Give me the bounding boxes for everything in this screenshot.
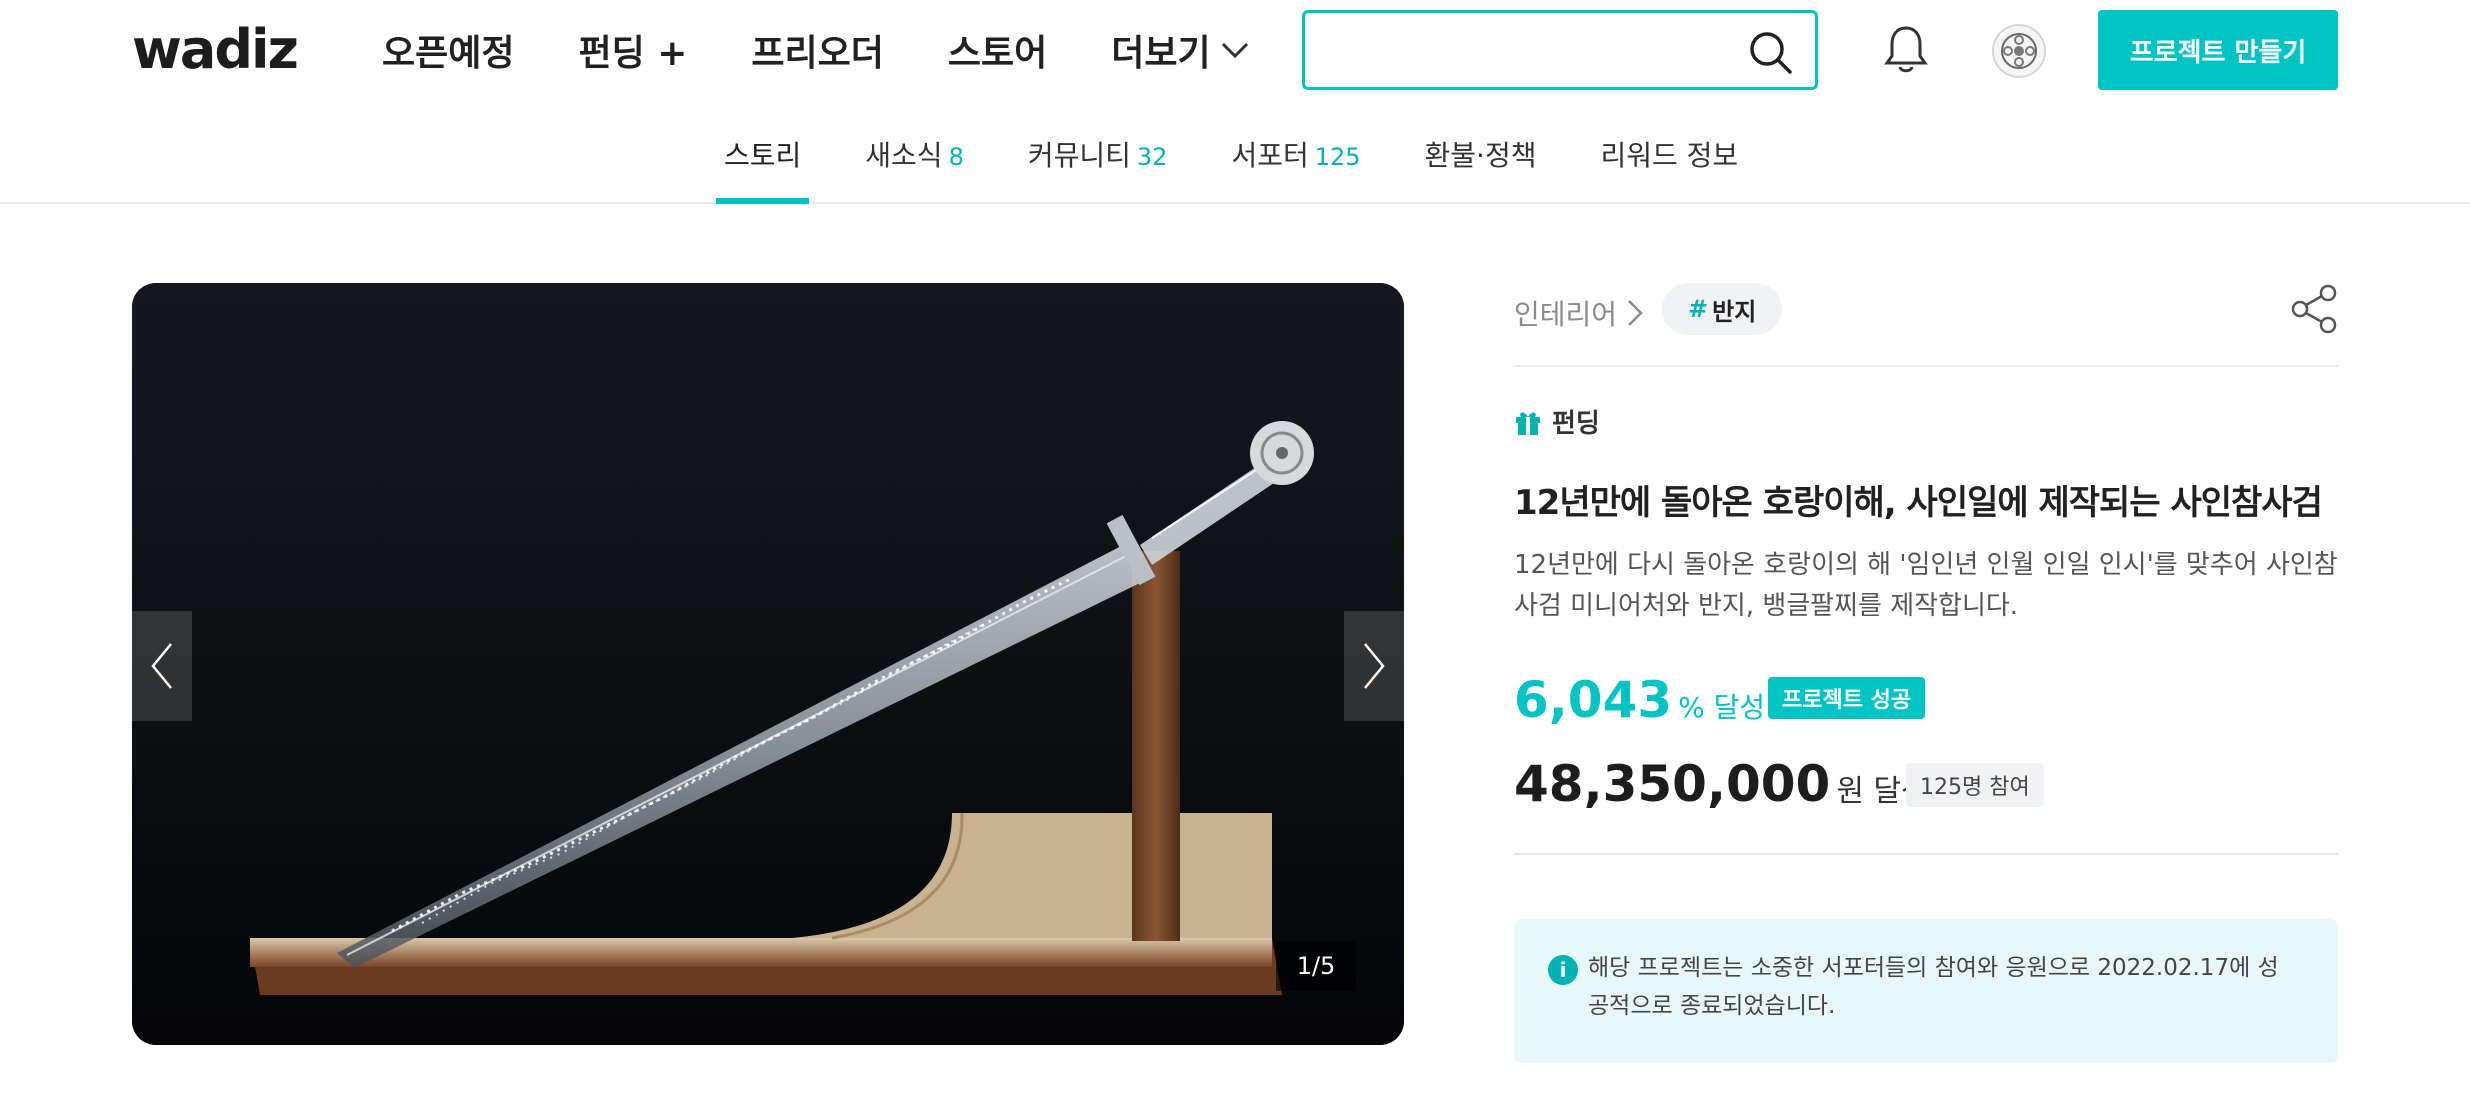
tab-reward-info[interactable]: 리워드 정보 xyxy=(1600,134,1738,200)
project-ended-notice: i 해당 프로젝트는 소중한 서포터들의 참여와 응원으로 2022.02.17… xyxy=(1514,919,2338,1063)
tab-label: 환불·정책 xyxy=(1424,139,1537,172)
tab-count: 8 xyxy=(948,143,964,171)
info-icon: i xyxy=(1548,955,1578,985)
nav-item-more[interactable]: 더보기 xyxy=(1111,24,1248,76)
tab-label: 새소식 xyxy=(865,139,943,172)
tab-refund-policy[interactable]: 환불·정책 xyxy=(1425,134,1537,200)
status-badge: 프로젝트 성공 xyxy=(1768,677,1926,719)
hashtag-chip[interactable]: # 반지 xyxy=(1662,283,1783,335)
top-header: wadiz 오픈예정 펀딩 + 프리오더 스토어 더보기 프로젝트 만들기 xyxy=(0,0,2470,100)
bell-icon[interactable] xyxy=(1882,22,1930,76)
tab-count: 125 xyxy=(1314,143,1361,171)
amount-value: 48,350,000 xyxy=(1514,755,1831,813)
nav-item-preorder[interactable]: 프리오더 xyxy=(751,24,883,76)
product-photo xyxy=(132,283,1404,1045)
tab-news[interactable]: 새소식 8 xyxy=(865,134,964,200)
rate-value: 6,043 xyxy=(1514,671,1673,729)
chevron-left-icon xyxy=(151,643,172,689)
image-counter: 1/5 xyxy=(1276,941,1356,991)
tab-supporters[interactable]: 서포터 125 xyxy=(1231,134,1360,200)
nav-item-more-label: 더보기 xyxy=(1111,33,1211,74)
project-type-text: 펀딩 xyxy=(1552,409,1600,439)
hashtag-symbol: # xyxy=(1688,295,1709,323)
section-divider xyxy=(1514,853,2338,855)
project-type-label: 펀딩 xyxy=(1514,403,1600,440)
share-icon[interactable] xyxy=(2290,283,2338,335)
nav-item-store[interactable]: 스토어 xyxy=(948,24,1047,76)
avatar-icon xyxy=(2001,33,2037,69)
project-tabs: 스토리 새소식 8 커뮤니티 32 서포터 125 환불·정책 리워드 정보 xyxy=(0,120,2470,204)
achievement-rate: 6,043 % 달성 xyxy=(1514,671,1765,729)
rate-unit: % 달성 xyxy=(1678,691,1766,724)
tab-list: 스토리 새소식 8 커뮤니티 32 서포터 125 환불·정책 리워드 정보 xyxy=(715,134,1802,204)
wadiz-logo[interactable]: wadiz xyxy=(132,18,299,81)
tab-label: 스토리 xyxy=(724,139,802,172)
nav-item-funding[interactable]: 펀딩 + xyxy=(578,24,687,76)
create-project-button[interactable]: 프로젝트 만들기 xyxy=(2098,10,2338,90)
gift-icon xyxy=(1516,411,1540,435)
main-nav: 오픈예정 펀딩 + 프리오더 스토어 더보기 xyxy=(382,24,1313,76)
chevron-right-icon xyxy=(1364,643,1385,689)
avatar[interactable] xyxy=(1992,24,2046,78)
project-info-panel: 인테리어 # 반지 펀딩 12년만에 돌아온 호랑이해, 사인일에 제작되는 사… xyxy=(1514,283,2338,1063)
tab-label: 커뮤니티 xyxy=(1027,139,1131,172)
carousel-prev-button[interactable] xyxy=(132,611,192,721)
project-title: 12년만에 돌아온 호랑이해, 사인일에 제작되는 사인참사검 xyxy=(1514,483,2323,523)
project-description: 12년만에 다시 돌아온 호랑이의 해 '임인년 인월 인일 인시'를 맞추어 … xyxy=(1514,550,2338,621)
tab-label: 서포터 xyxy=(1231,139,1309,172)
hashtag-label: 반지 xyxy=(1712,297,1757,326)
nav-item-open-soon[interactable]: 오픈예정 xyxy=(382,24,514,76)
category-row: 인테리어 # 반지 xyxy=(1514,283,2338,367)
tab-story[interactable]: 스토리 xyxy=(715,134,810,204)
chevron-down-icon xyxy=(1221,42,1248,59)
tab-label: 리워드 정보 xyxy=(1600,139,1739,172)
search-box xyxy=(1302,10,1818,90)
supporter-count-badge: 125명 참여 xyxy=(1906,763,2044,807)
project-image-carousel[interactable]: 1/5 xyxy=(132,283,1404,1045)
tab-community[interactable]: 커뮤니티 32 xyxy=(1028,134,1168,200)
category-breadcrumb[interactable]: 인테리어 xyxy=(1514,293,1645,333)
search-input[interactable] xyxy=(1321,27,1721,73)
category-label: 인테리어 xyxy=(1514,298,1618,331)
notice-text: 해당 프로젝트는 소중한 서포터들의 참여와 응원으로 2022.02.17에 … xyxy=(1588,955,2279,1019)
search-icon[interactable] xyxy=(1747,29,1793,75)
chevron-right-icon xyxy=(1628,300,1643,326)
tab-count: 32 xyxy=(1136,143,1168,171)
carousel-next-button[interactable] xyxy=(1344,611,1404,721)
funded-amount: 48,350,000 원 달성 xyxy=(1514,755,1929,813)
